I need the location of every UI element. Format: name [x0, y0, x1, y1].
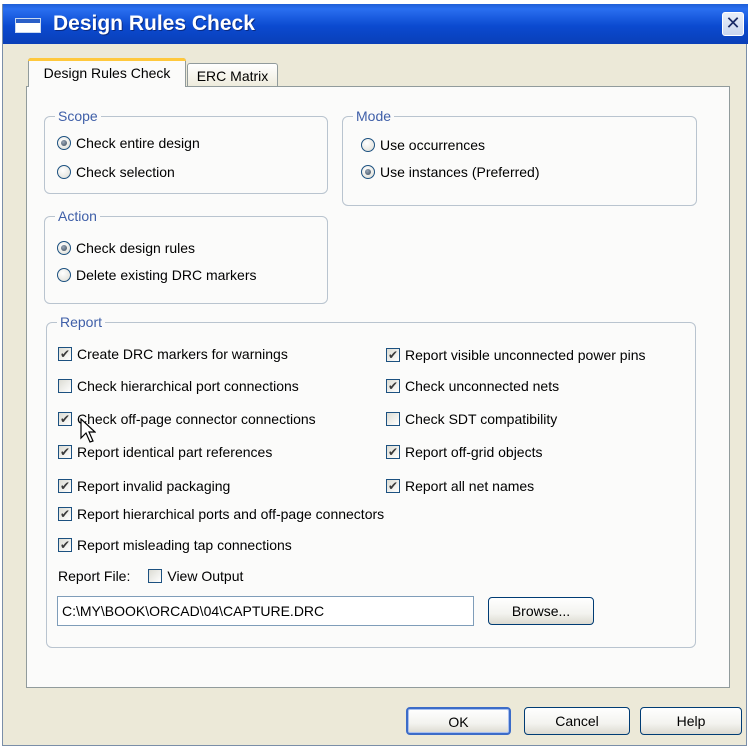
- checkbox-unchecked-icon[interactable]: [386, 412, 400, 426]
- radio-label: Use occurrences: [380, 137, 486, 153]
- radio-label: Delete existing DRC markers: [76, 267, 257, 283]
- report-file-row: Report File: View Output: [58, 568, 243, 584]
- check-misleading-tap-connections[interactable]: Report misleading tap connections: [58, 537, 292, 553]
- check-invalid-packaging[interactable]: Report invalid packaging: [58, 478, 230, 494]
- scope-group: Scope: [44, 107, 328, 194]
- window-title: Design Rules Check: [53, 12, 255, 35]
- check-identical-part-references[interactable]: Report identical part references: [58, 444, 272, 460]
- checkbox-unchecked-icon[interactable]: [58, 379, 72, 393]
- radio-unselected-icon[interactable]: [57, 268, 71, 282]
- action-group-label: Action: [55, 207, 100, 225]
- action-group: Action: [44, 207, 328, 304]
- browse-button[interactable]: Browse...: [488, 597, 594, 625]
- checkbox-checked-icon[interactable]: [386, 379, 400, 393]
- checkbox-checked-icon[interactable]: [58, 479, 72, 493]
- tab-label: ERC Matrix: [196, 68, 269, 84]
- checkbox-label: Check hierarchical port connections: [77, 378, 299, 394]
- check-off-grid-objects[interactable]: Report off-grid objects: [386, 444, 542, 460]
- radio-selected-icon[interactable]: [57, 241, 71, 255]
- mode-group: Mode: [342, 107, 697, 206]
- checkbox-checked-icon[interactable]: [58, 538, 72, 552]
- view-output-label: View Output: [167, 568, 244, 584]
- checkbox-unchecked-icon[interactable]: [148, 569, 163, 583]
- close-icon: ✕: [725, 13, 741, 33]
- ok-button[interactable]: OK: [406, 707, 511, 735]
- tab-label: Design Rules Check: [43, 65, 171, 81]
- checkbox-label: Report invalid packaging: [77, 478, 231, 494]
- radio-label: Use instances (Preferred): [380, 164, 540, 180]
- checkbox-checked-icon[interactable]: [58, 412, 72, 426]
- report-file-label: Report File:: [58, 568, 131, 584]
- close-button[interactable]: ✕: [722, 12, 744, 36]
- mode-option-instances[interactable]: Use instances (Preferred): [361, 164, 540, 180]
- scope-option-entire-design[interactable]: Check entire design: [57, 135, 200, 151]
- check-all-net-names[interactable]: Report all net names: [386, 478, 534, 494]
- check-sdt-compatibility[interactable]: Check SDT compatibility: [386, 411, 557, 427]
- check-hierarchical-port-connections[interactable]: Check hierarchical port connections: [58, 378, 299, 394]
- action-option-delete-markers[interactable]: Delete existing DRC markers: [57, 267, 257, 283]
- checkbox-label: Report identical part references: [77, 444, 273, 460]
- checkbox-checked-icon[interactable]: [58, 347, 72, 361]
- report-file-path-field[interactable]: C:\MY\BOOK\ORCAD\04\CAPTURE.DRC: [57, 596, 474, 626]
- cancel-button[interactable]: Cancel: [524, 707, 630, 735]
- title-bar[interactable]: Design Rules Check ✕: [3, 4, 748, 44]
- window-icon: [15, 18, 41, 33]
- checkbox-label: Check off-page connector connections: [77, 411, 316, 427]
- checkbox-checked-icon[interactable]: [386, 479, 400, 493]
- checkbox-label: Create DRC markers for warnings: [77, 346, 288, 362]
- checkbox-label: Check SDT compatibility: [405, 411, 558, 427]
- checkbox-label: Report visible unconnected power pins: [405, 347, 646, 363]
- check-unconnected-nets[interactable]: Check unconnected nets: [386, 378, 559, 394]
- checkbox-label: Report hierarchical ports and off-page c…: [77, 506, 385, 522]
- scope-option-selection[interactable]: Check selection: [57, 164, 175, 180]
- action-option-check-rules[interactable]: Check design rules: [57, 240, 195, 256]
- check-hierarchical-ports-offpage[interactable]: Report hierarchical ports and off-page c…: [58, 506, 384, 522]
- scope-group-label: Scope: [55, 107, 101, 125]
- check-visible-unconnected-power-pins[interactable]: Report visible unconnected power pins: [386, 347, 645, 363]
- radio-unselected-icon[interactable]: [361, 138, 375, 152]
- checkbox-checked-icon[interactable]: [386, 445, 400, 459]
- help-button[interactable]: Help: [640, 707, 742, 735]
- radio-label: Check selection: [76, 164, 175, 180]
- radio-label: Check entire design: [76, 135, 200, 151]
- radio-selected-icon[interactable]: [361, 165, 375, 179]
- radio-selected-icon[interactable]: [57, 136, 71, 150]
- checkbox-checked-icon[interactable]: [58, 507, 72, 521]
- checkbox-checked-icon[interactable]: [386, 348, 400, 362]
- checkbox-label: Check unconnected nets: [405, 378, 560, 394]
- mode-option-occurrences[interactable]: Use occurrences: [361, 137, 485, 153]
- report-group-label: Report: [57, 313, 106, 331]
- check-off-page-connector-connections[interactable]: Check off-page connector connections: [58, 411, 316, 427]
- checkbox-label: Report off-grid objects: [405, 444, 543, 460]
- checkbox-checked-icon[interactable]: [58, 445, 72, 459]
- radio-unselected-icon[interactable]: [57, 165, 71, 179]
- radio-label: Check design rules: [76, 240, 196, 256]
- tab-design-rules-check[interactable]: Design Rules Check: [28, 58, 186, 87]
- checkbox-label: Report misleading tap connections: [77, 537, 292, 553]
- mode-group-label: Mode: [353, 107, 395, 125]
- check-create-drc-markers[interactable]: Create DRC markers for warnings: [58, 346, 288, 362]
- checkbox-label: Report all net names: [405, 478, 535, 494]
- mouse-cursor-icon: [80, 418, 96, 443]
